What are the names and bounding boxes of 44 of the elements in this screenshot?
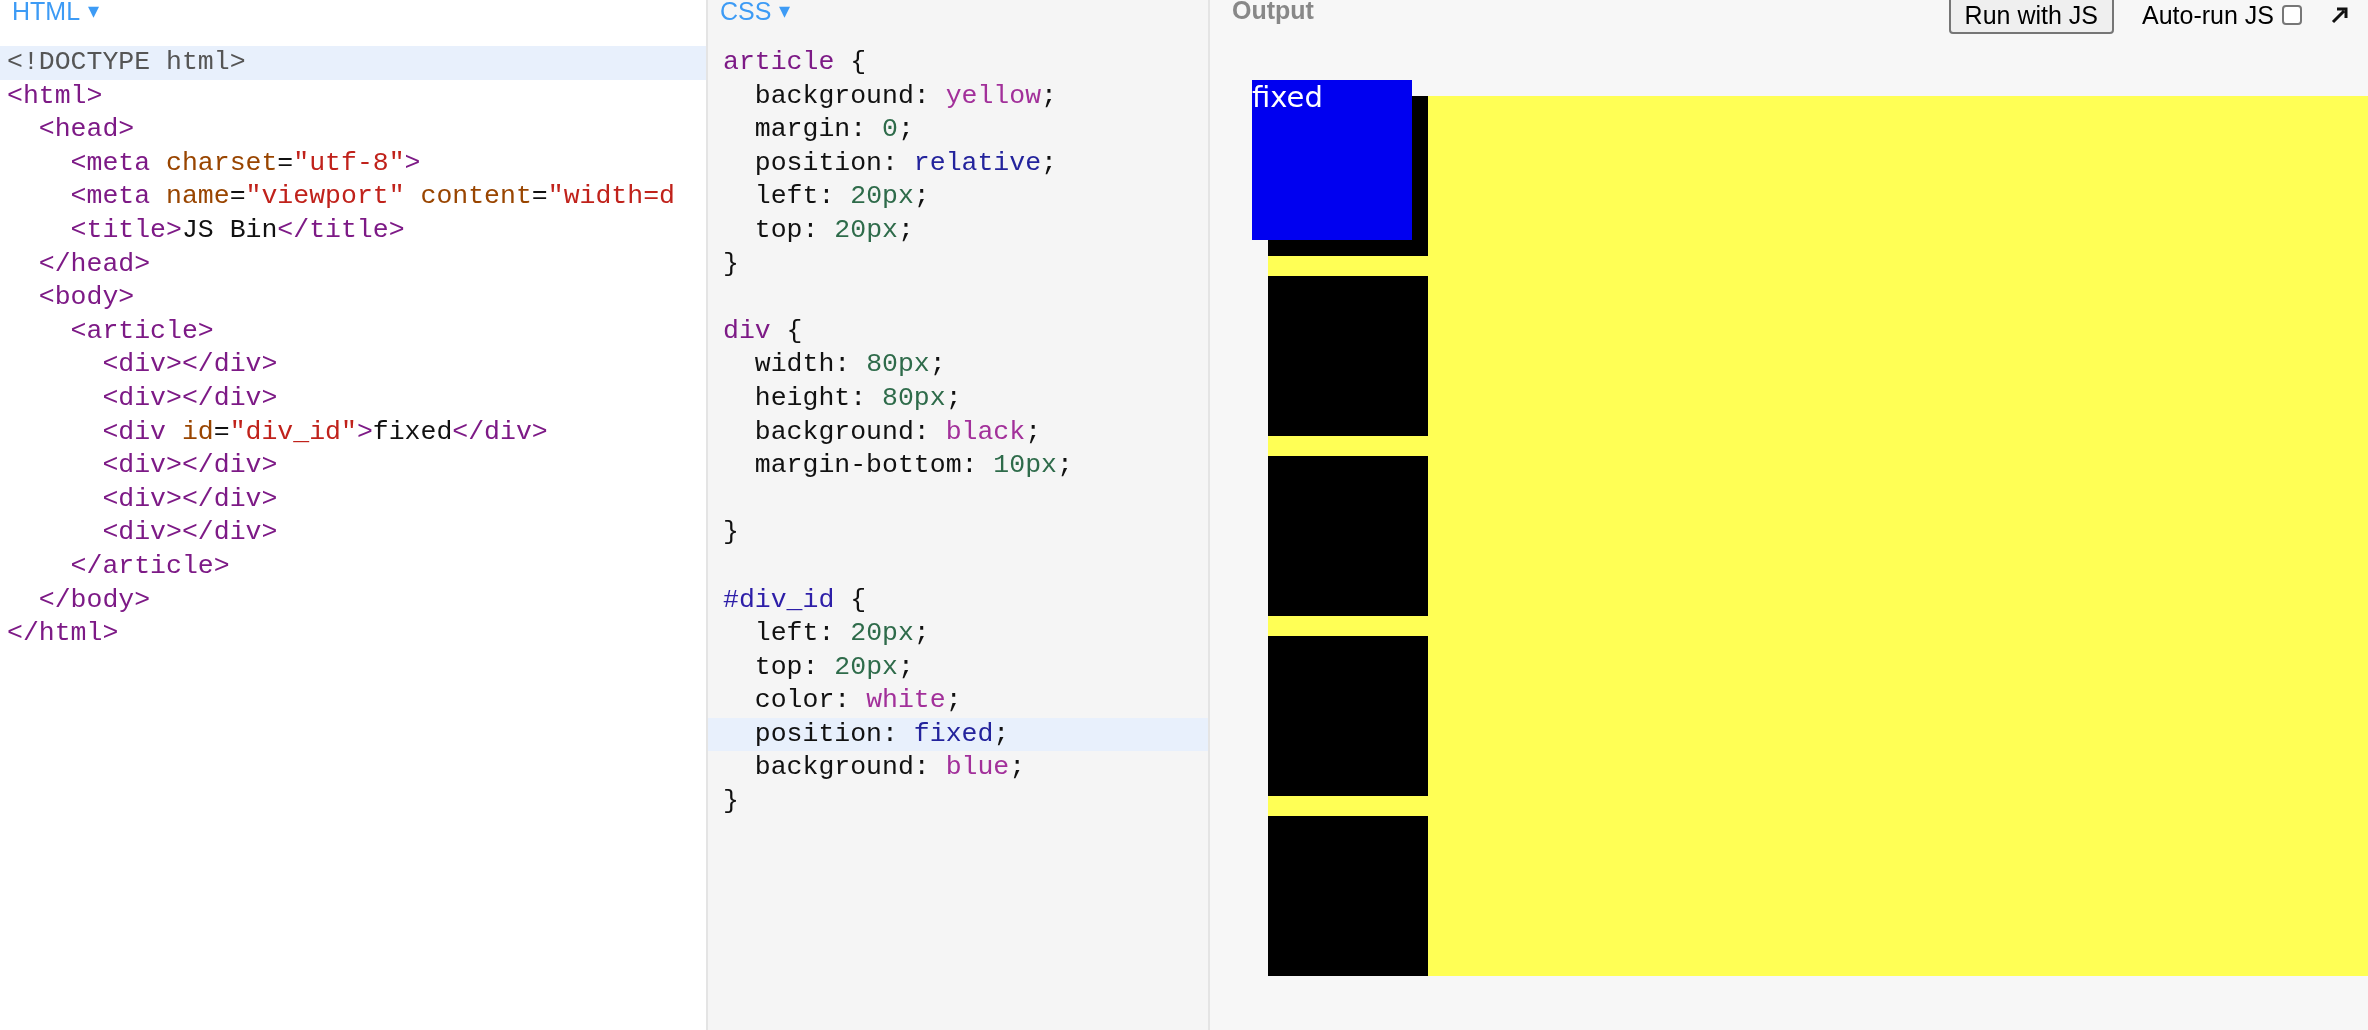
css-tab[interactable]: CSS ▾	[708, 0, 803, 26]
code-line: <div></div>	[101, 381, 279, 415]
code-line: margin: 0;	[753, 113, 915, 147]
code-line: left: 20px;	[753, 617, 931, 651]
code-line: <head>	[37, 113, 136, 147]
expand-arrow-icon[interactable]	[2330, 5, 2350, 25]
code-line: #div_id {	[722, 583, 868, 617]
auto-run-checkbox[interactable]	[2282, 5, 2302, 25]
code-line: position: relative;	[753, 146, 1058, 180]
code-line: <article>	[69, 314, 215, 348]
html-tab[interactable]: HTML ▾	[0, 0, 112, 26]
code-line: background: yellow;	[753, 79, 1058, 113]
code-line: <div id="div_id">fixed</div>	[101, 415, 549, 449]
code-line: }	[722, 247, 740, 281]
code-line: }	[722, 516, 740, 550]
code-line: top: 20px;	[753, 650, 915, 684]
code-line: </body>	[37, 583, 152, 617]
code-line: <html>	[6, 79, 104, 113]
code-line: <title>JS Bin</title>	[69, 213, 406, 247]
code-line: <meta charset="utf-8">	[69, 146, 422, 180]
code-line: </article>	[69, 549, 231, 583]
code-line: div {	[722, 314, 804, 348]
fixed-box: fixed	[1252, 80, 1412, 240]
code-line: <body>	[37, 281, 136, 315]
output-title: Output	[1232, 0, 1314, 25]
code-line: </html>	[6, 617, 120, 651]
code-line: article {	[722, 46, 868, 79]
code-line: width: 80px;	[753, 348, 947, 382]
code-line: }	[722, 785, 740, 819]
code-line: </head>	[37, 247, 152, 281]
code-line: left: 20px;	[753, 180, 931, 214]
run-button[interactable]: Run with JS	[1948, 0, 2114, 34]
code-line: background: blue;	[753, 751, 1027, 785]
code-line: background: black;	[753, 415, 1043, 449]
code-line: <div></div>	[101, 482, 279, 516]
code-line: <meta name="viewport" content="width=d	[69, 180, 676, 214]
code-line: color: white;	[753, 684, 963, 718]
code-line: <div></div>	[101, 348, 279, 382]
code-line: top: 20px;	[753, 213, 915, 247]
code-line: <div></div>	[101, 516, 279, 550]
code-line: height: 80px;	[753, 381, 963, 415]
auto-run-label: Auto-run JS	[2142, 0, 2274, 30]
code-line: margin-bottom: 10px;	[753, 449, 1074, 483]
code-line: <div></div>	[101, 449, 279, 483]
